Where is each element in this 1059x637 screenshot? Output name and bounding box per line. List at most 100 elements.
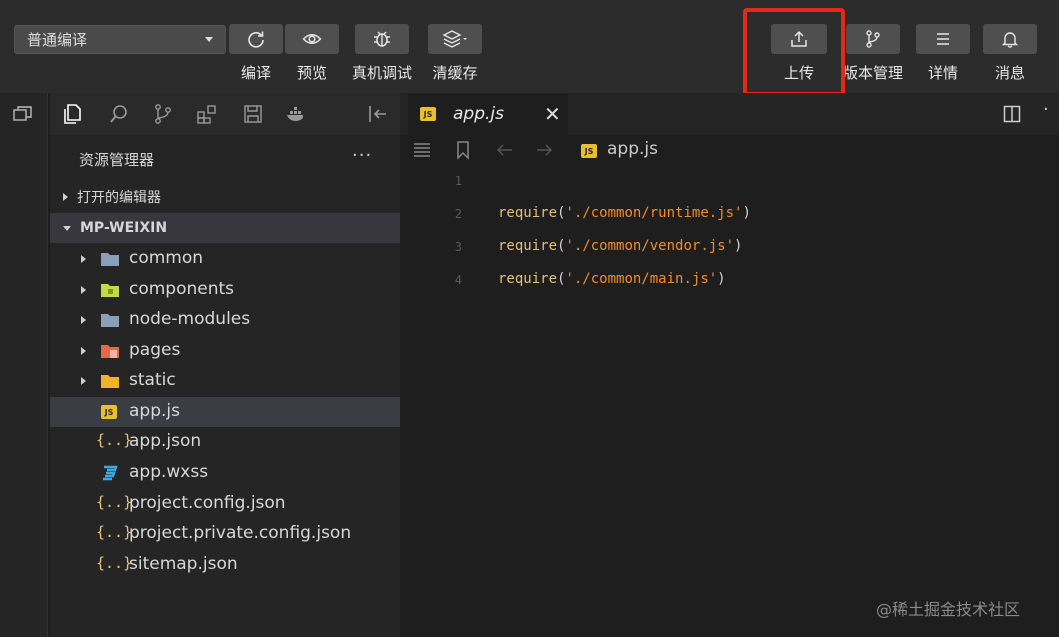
tree-item-app-js[interactable]: JS app.js	[50, 397, 400, 427]
clear-cache-button[interactable]	[428, 24, 482, 54]
arrow-right-icon[interactable]	[534, 140, 554, 160]
json-file-icon: {..}	[96, 523, 133, 541]
code-keyword: require	[498, 271, 558, 287]
preview-button[interactable]	[285, 24, 339, 54]
tree-item-label: project.private.config.json	[129, 523, 352, 543]
code-line: 2 require('./common/runtime.js')	[400, 203, 1059, 227]
components-folder-icon	[101, 284, 119, 297]
simulator-strip	[0, 93, 48, 637]
line-number: 4	[454, 273, 462, 287]
compile-button[interactable]	[229, 24, 283, 54]
js-file-icon: JS	[101, 405, 117, 419]
code-string: './common/vendor.js'	[565, 238, 735, 254]
menu-icon	[937, 33, 949, 45]
list-icon[interactable]	[412, 140, 432, 160]
tree-item-label: static	[129, 370, 176, 390]
collapse-panel-icon[interactable]	[367, 103, 389, 125]
arrow-left-icon[interactable]	[495, 140, 515, 160]
chevron-right-icon	[81, 286, 86, 294]
chevron-right-icon	[81, 316, 86, 324]
code-paren: )	[734, 238, 743, 254]
code-line: 4 require('./common/main.js')	[400, 269, 1059, 293]
tab-label: app.js	[453, 104, 504, 124]
explorer-title: 资源管理器	[79, 151, 155, 169]
source-control-icon[interactable]	[152, 103, 174, 125]
tree-item-project-config[interactable]: {..} project.config.json	[50, 489, 400, 519]
clear-cache-label: 清缓存	[432, 64, 478, 82]
chevron-right-icon	[63, 193, 68, 201]
folder-icon	[101, 314, 119, 327]
details-label: 详情	[927, 64, 958, 82]
version-management-label: 版本管理	[842, 64, 903, 82]
breadcrumb: JS app.js	[400, 135, 1059, 165]
static-folder-icon	[101, 375, 119, 388]
tree-item-pages[interactable]: pages	[50, 336, 400, 366]
version-management-button[interactable]	[846, 24, 900, 54]
save-icon[interactable]	[242, 103, 264, 125]
js-file-icon: JS	[420, 107, 436, 121]
tab-app-js[interactable]: JS app.js ✕	[408, 93, 568, 135]
tree-item-label: common	[129, 248, 204, 268]
breadcrumb-file-label: app.js	[607, 139, 658, 159]
extensions-icon[interactable]	[196, 103, 218, 125]
open-editors-section[interactable]: 打开的编辑器	[50, 182, 400, 212]
code-line: 1	[400, 170, 1059, 194]
preview-label: 预览	[296, 64, 327, 82]
window-icon[interactable]	[12, 105, 34, 123]
json-file-icon: {..}	[96, 431, 133, 449]
tree-item-static[interactable]: static	[50, 366, 400, 396]
project-section[interactable]: MP-WEIXIN	[50, 213, 400, 243]
tree-item-label: project.config.json	[129, 493, 286, 513]
chevron-right-icon	[81, 255, 86, 263]
tree-item-label: sitemap.json	[129, 554, 238, 574]
code-editor[interactable]: JS app.js 1 2 require('./common/runtime.…	[400, 135, 1059, 637]
messages-button[interactable]	[983, 24, 1037, 54]
chevron-right-icon	[81, 377, 86, 385]
tree-item-label: pages	[129, 340, 181, 360]
close-icon[interactable]: ✕	[544, 102, 561, 126]
code-keyword: require	[498, 205, 558, 221]
line-number: 3	[454, 240, 462, 254]
editor-more-button[interactable]: ·	[1043, 99, 1049, 120]
code-keyword: require	[498, 238, 558, 254]
code-string: './common/runtime.js'	[565, 205, 743, 221]
tree-item-app-json[interactable]: {..} app.json	[50, 427, 400, 457]
refresh-icon	[248, 31, 264, 48]
tree-item-sitemap[interactable]: {..} sitemap.json	[50, 550, 400, 580]
tree-item-project-private-config[interactable]: {..} project.private.config.json	[50, 519, 400, 549]
compile-mode-select[interactable]: 普通编译	[14, 25, 226, 54]
open-editors-label: 打开的编辑器	[77, 190, 161, 206]
split-editor-icon[interactable]	[1003, 105, 1021, 123]
code-paren: )	[717, 271, 726, 287]
chevron-down-icon	[63, 225, 71, 231]
json-file-icon: {..}	[96, 554, 133, 572]
docker-icon[interactable]	[285, 103, 307, 125]
bookmark-icon[interactable]	[453, 140, 473, 160]
tree-item-node-modules[interactable]: node-modules	[50, 305, 400, 335]
css-file-icon	[103, 465, 118, 481]
tree-item-app-wxss[interactable]: app.wxss	[50, 458, 400, 488]
tree-item-label: app.json	[129, 431, 202, 451]
explorer-more-button[interactable]: ···	[352, 145, 372, 166]
details-button[interactable]	[916, 24, 970, 54]
bell-icon	[1001, 32, 1019, 48]
bug-icon	[374, 31, 390, 47]
js-file-icon: JS	[581, 144, 597, 158]
compile-mode-value: 普通编译	[27, 31, 88, 49]
layers-icon	[442, 30, 467, 48]
json-file-icon: {..}	[96, 493, 133, 511]
line-number: 1	[454, 174, 462, 188]
code-string: './common/main.js'	[565, 271, 718, 287]
remote-debug-label: 真机调试	[351, 64, 412, 82]
tree-item-components[interactable]: components	[50, 275, 400, 305]
branch-icon	[866, 30, 880, 48]
chevron-right-icon	[81, 347, 86, 355]
project-label: MP-WEIXIN	[80, 220, 168, 236]
search-icon[interactable]	[108, 103, 130, 125]
activity-bar	[50, 93, 400, 135]
tree-item-common[interactable]: common	[50, 244, 400, 274]
remote-debug-button[interactable]	[355, 24, 409, 54]
tree-item-label: node-modules	[129, 309, 251, 329]
upload-highlight-box	[743, 8, 845, 96]
files-icon[interactable]	[61, 103, 83, 125]
